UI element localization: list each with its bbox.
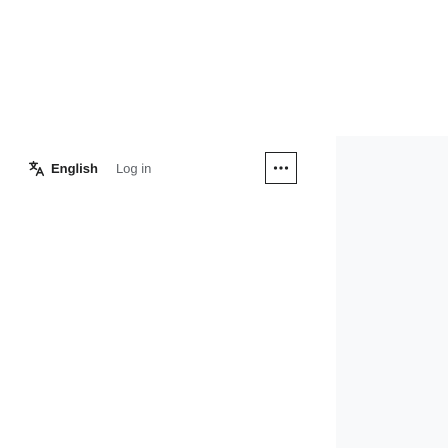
ellipsis-icon [273,165,289,171]
language-label: English [51,160,98,176]
login-link[interactable]: Log in [116,161,151,176]
language-button[interactable]: English [28,152,98,184]
translate-icon [28,160,45,177]
side-panel [336,136,448,448]
header-toolbar: English Log in [28,152,151,184]
more-options-button[interactable] [265,152,297,184]
